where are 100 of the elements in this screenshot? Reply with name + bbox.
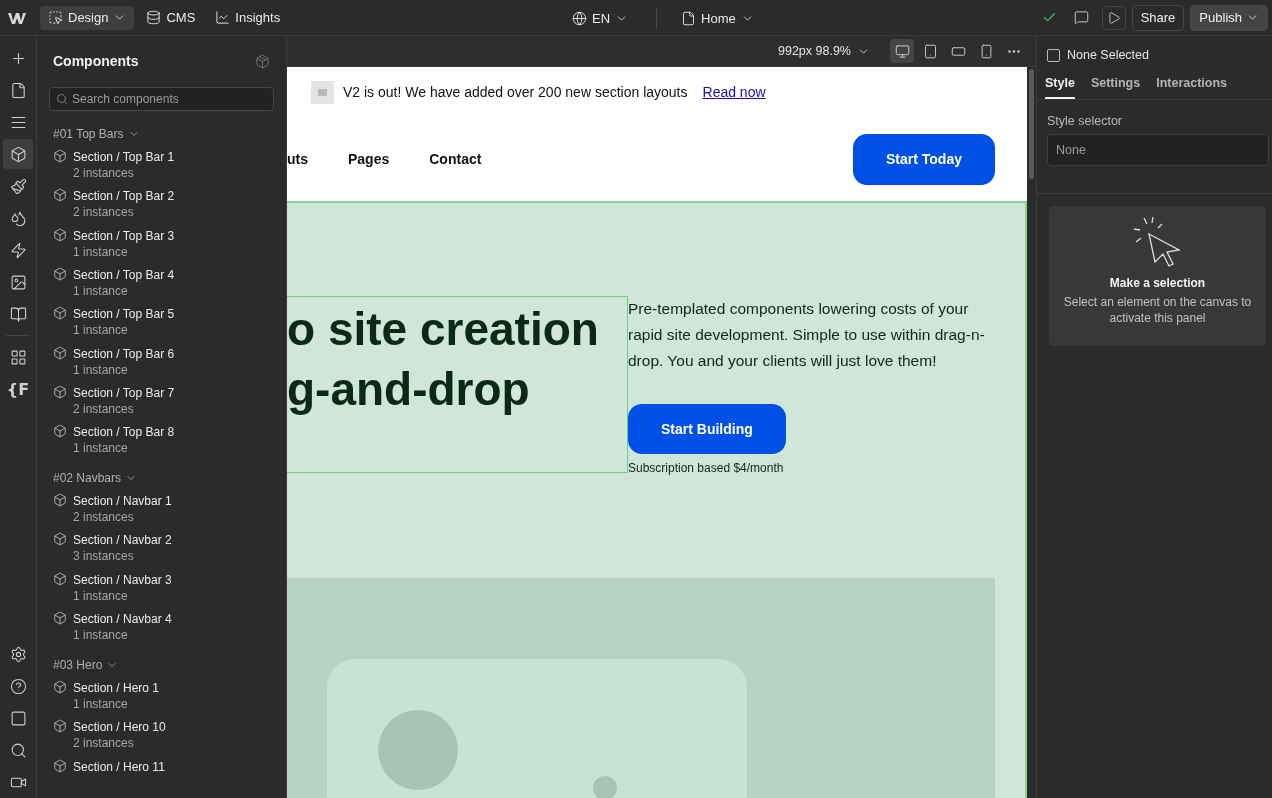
rail-button[interactable]: {F — [3, 374, 33, 404]
cube-icon — [53, 424, 67, 439]
package-icon — [255, 53, 270, 69]
instance-count: 2 instances — [73, 735, 135, 752]
component-name[interactable]: Section / Top Bar 5 — [73, 306, 175, 323]
search-icon — [56, 92, 68, 105]
chart-icon — [215, 10, 231, 25]
component-name[interactable]: Section / Navbar 4 — [73, 611, 172, 628]
hero-heading-line: g-and-drop — [287, 362, 531, 417]
preview-button[interactable] — [1101, 5, 1126, 30]
panel-tab[interactable]: Style — [1045, 66, 1075, 99]
cube-icon — [53, 188, 67, 203]
component-name[interactable]: Section / Top Bar 3 — [73, 227, 175, 244]
component-name[interactable]: Section / Top Bar 7 — [73, 385, 175, 401]
instance-count: 1 instance — [73, 322, 129, 339]
empty-state-title: Make a selection — [1109, 276, 1206, 290]
search-icon — [9, 741, 27, 759]
group-header[interactable]: #03 Hero — [37, 650, 135, 680]
panel-tab[interactable]: Interactions — [1156, 66, 1228, 99]
book-icon — [9, 305, 27, 323]
read-now-link[interactable]: Read now — [702, 84, 766, 101]
component-name[interactable]: Section / Top Bar 6 — [73, 345, 175, 362]
cube-icon — [53, 227, 67, 242]
cube-icon — [53, 306, 67, 321]
cube-icon — [53, 267, 67, 281]
style-selector-label: Style selector — [1046, 113, 1124, 130]
image-icon — [9, 273, 27, 291]
instance-count: 2 instances — [73, 509, 135, 526]
component-name[interactable]: Section / Hero 11 — [73, 758, 165, 775]
hero-paragraph: Pre-templated components lowering costs of your rapid site development. Simple to use within drag-n-drop. You and your clients will just love them! — [628, 299, 986, 371]
component-name[interactable]: Section / Top Bar 2 — [73, 188, 175, 205]
more-icon — [1008, 49, 1020, 53]
nav-link[interactable]: uts — [287, 151, 308, 168]
logo-icon[interactable] — [8, 10, 26, 25]
cube-icon — [53, 532, 67, 547]
instance-count: 1 instance — [73, 361, 129, 378]
start-building-button[interactable]: Start Building — [628, 404, 786, 454]
apps-icon — [9, 348, 27, 366]
instance-count: 1 instance — [73, 283, 129, 299]
empty-state-text: Select an element on the canvas to activate this panel — [1062, 294, 1253, 326]
play-icon — [1106, 10, 1121, 25]
nav-link[interactable]: Pages — [348, 151, 390, 168]
group-header[interactable]: #01 Top Bars — [37, 119, 156, 149]
component-name[interactable]: Section / Top Bar 1 — [73, 149, 175, 165]
selection-checkbox[interactable] — [1047, 48, 1060, 62]
instance-count: 1 instance — [73, 627, 129, 644]
component-name[interactable]: Section / Navbar 3 — [73, 571, 172, 588]
tablet-icon — [922, 43, 938, 59]
component-name[interactable]: Section / Top Bar 4 — [73, 267, 175, 283]
comment-icon — [1074, 10, 1090, 25]
droplets-icon — [9, 209, 27, 227]
cube-icon — [53, 345, 67, 360]
search-field[interactable]: Search components — [49, 86, 274, 111]
add-component-button[interactable] — [255, 53, 270, 69]
publish-button[interactable]: Publish — [1190, 4, 1268, 31]
language-dropdown[interactable]: EN — [564, 6, 637, 30]
component-name[interactable]: Section / Navbar 1 — [73, 493, 172, 510]
component-name[interactable]: Section / Navbar 2 — [73, 532, 172, 549]
cube-icon — [53, 679, 67, 694]
mode-tab[interactable]: Design — [40, 5, 135, 30]
cube-icon — [53, 571, 67, 586]
instance-count: 1 instance — [73, 243, 129, 260]
canvas-size-dropdown[interactable]: 992px 98.9% — [772, 43, 876, 59]
instance-count: 2 instances — [73, 165, 135, 181]
instance-count: 1 instance — [73, 587, 129, 604]
breakpoint-button[interactable] — [890, 39, 914, 63]
component-name[interactable]: Section / Top Bar 8 — [73, 424, 175, 441]
pricing-note: Subscription based $4/month — [628, 461, 784, 475]
instance-count: 1 instance — [73, 440, 129, 457]
page-dropdown[interactable]: Home — [673, 6, 762, 30]
scrollbar-thumb[interactable] — [1029, 69, 1034, 179]
panel-title: Components — [53, 53, 139, 70]
group-header[interactable]: #02 Navbars — [37, 463, 154, 494]
instance-count: 2 instances — [73, 204, 135, 221]
desktop-icon — [894, 43, 910, 59]
mode-tab[interactable]: Insights — [207, 5, 289, 30]
start-today-button[interactable]: Start Today — [853, 133, 995, 185]
cube-icon — [53, 611, 67, 626]
cube-icon — [53, 149, 67, 163]
component-name[interactable]: Section / Hero 10 — [73, 719, 166, 736]
database-icon — [146, 10, 162, 25]
panel-tab[interactable]: Settings — [1090, 66, 1141, 99]
component-name[interactable]: Section / Hero 1 — [73, 679, 160, 696]
lightning-icon — [9, 241, 27, 259]
mode-tab[interactable]: CMS — [138, 5, 204, 30]
nav-link[interactable]: Contact — [429, 151, 482, 168]
globe-icon — [572, 10, 587, 26]
phone-icon — [978, 43, 994, 59]
square-icon — [9, 709, 27, 727]
style-selector-field[interactable]: None — [1047, 134, 1269, 166]
page-icon — [681, 10, 697, 26]
help-icon — [9, 677, 27, 695]
rail-button[interactable] — [3, 139, 33, 169]
cube-icon — [53, 385, 67, 399]
settings-icon — [9, 645, 27, 663]
share-button[interactable]: Share — [1131, 4, 1185, 31]
instance-count: 2 instances — [73, 401, 135, 417]
announcement-text: V2 is out! We have added over 200 new section layouts — [343, 84, 688, 101]
cube-icon — [53, 758, 67, 773]
cube-icon — [9, 145, 27, 163]
